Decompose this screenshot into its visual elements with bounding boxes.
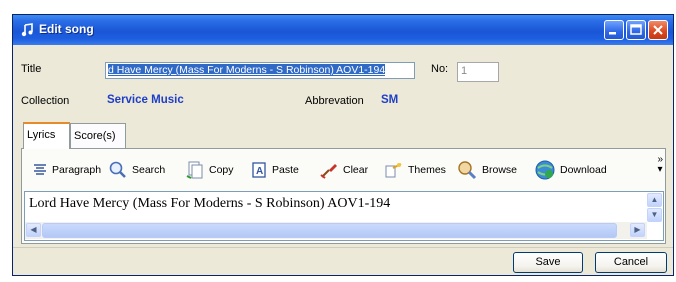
title-bar[interactable]: Edit song <box>13 15 673 45</box>
maximize-button[interactable] <box>626 20 646 40</box>
window-title: Edit song <box>39 22 94 36</box>
title-input[interactable]: d Have Mercy (Mass For Moderns - S Robin… <box>105 62 415 79</box>
paste-button[interactable]: A Paste <box>250 159 299 181</box>
paragraph-button[interactable]: Paragraph <box>32 159 101 181</box>
tab-lyrics[interactable]: Lyrics <box>23 122 70 149</box>
browse-label: Browse <box>482 164 518 176</box>
horizontal-scroll-thumb[interactable] <box>42 223 617 238</box>
paste-label: Paste <box>272 164 299 176</box>
title-input-value: d Have Mercy (Mass For Moderns - S Robin… <box>108 64 386 76</box>
edit-song-dialog: Edit song Title d Have Mercy (Mass For M… <box>12 14 674 276</box>
no-input[interactable]: 1 <box>457 62 499 82</box>
scroll-left-icon[interactable]: ◀ <box>26 223 41 237</box>
toolbar-overflow-chevron[interactable]: » ▾ <box>657 155 663 175</box>
svg-text:A: A <box>256 166 263 177</box>
download-label: Download <box>560 164 607 176</box>
browse-button[interactable]: Browse <box>456 159 517 181</box>
download-button[interactable]: Download <box>534 159 607 181</box>
themes-button[interactable]: Themes <box>384 159 446 181</box>
cancel-button[interactable]: Cancel <box>595 252 667 273</box>
abbreviation-label: Abbrevation <box>305 95 364 107</box>
copy-icon <box>186 161 203 179</box>
scroll-right-icon[interactable]: ▶ <box>630 223 645 237</box>
title-label: Title <box>21 63 42 75</box>
scroll-up-icon[interactable]: ▲ <box>647 193 662 207</box>
abbreviation-value: SM <box>381 94 399 106</box>
search-button[interactable]: Search <box>108 159 165 181</box>
clear-label: Clear <box>343 164 369 176</box>
no-label: No: <box>431 63 449 75</box>
minimize-button[interactable] <box>604 20 624 40</box>
horizontal-scrollbar[interactable]: ◀ ▶ <box>25 222 647 239</box>
vertical-scrollbar[interactable]: ▲ ▼ <box>646 192 663 240</box>
themes-label: Themes <box>408 164 446 176</box>
footer-divider <box>13 247 673 248</box>
download-icon <box>535 160 555 180</box>
paragraph-icon <box>34 164 46 175</box>
music-note-icon <box>21 23 33 37</box>
lyrics-editor[interactable]: Lord Have Mercy (Mass For Moderns - S Ro… <box>24 191 664 241</box>
close-icon <box>653 25 663 35</box>
tab-scores[interactable]: Score(s) <box>70 123 126 148</box>
paragraph-label: Paragraph <box>52 164 102 176</box>
close-button[interactable] <box>648 20 668 40</box>
clear-icon <box>320 164 337 179</box>
clear-button[interactable]: Clear <box>319 159 368 181</box>
collection-label: Collection <box>21 95 70 107</box>
minimize-icon <box>609 32 616 35</box>
collection-value: Service Music <box>107 94 184 106</box>
themes-icon <box>385 163 402 178</box>
copy-label: Copy <box>209 164 234 176</box>
chevron-down-icon: ▾ <box>657 164 663 175</box>
maximize-icon <box>630 24 642 35</box>
lyrics-panel: Paragraph Search Copy A Paste Clear Them… <box>21 149 666 244</box>
browse-icon <box>458 161 477 180</box>
lyrics-toolbar: Paragraph Search Copy A Paste Clear Them… <box>22 149 665 189</box>
scroll-down-icon[interactable]: ▼ <box>647 208 662 222</box>
copy-button[interactable]: Copy <box>185 159 234 181</box>
search-icon <box>109 161 126 178</box>
paste-icon: A <box>252 162 266 178</box>
lyrics-text: Lord Have Mercy (Mass For Moderns - S Ro… <box>29 196 391 211</box>
save-button[interactable]: Save <box>513 252 583 273</box>
search-label: Search <box>132 164 166 176</box>
